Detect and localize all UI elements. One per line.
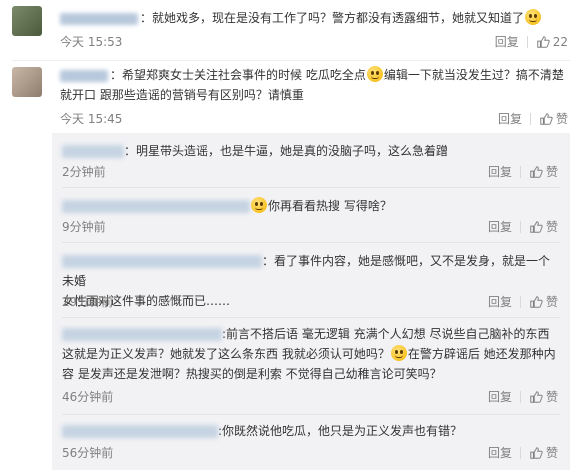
reply-meta: 9分钟前 回复 赞 [62,218,558,236]
reply-button[interactable]: 回复 [498,110,522,128]
reply-button[interactable]: 回复 [488,388,512,406]
like-button[interactable]: 赞 [539,110,568,128]
reply-button[interactable]: 回复 [495,33,519,51]
thinking-emoji-icon [251,197,267,213]
reply-time: 9分钟前 [62,220,106,234]
action-divider [519,166,521,178]
comment-text: ：希望郑爽女士关注社会事件的时候 吃瓜吃全点 编辑一下就当没发生过？搞不清楚 就开… [60,66,564,102]
username-blurred[interactable] [62,145,124,158]
like-label: 赞 [555,112,568,126]
comment-text: ：就她戏多，现在是没有工作了吗？警方都没有透露细节，她就又知道了 [60,8,566,28]
thumbs-up-icon [530,391,543,403]
reply-text: :前言不搭后语 毫无逻辑 充满个人幻想 尽说些自己脑补的东西 这就是为正义发声？… [62,327,556,381]
reply-time: 29分钟前 [62,295,114,309]
thumbs-up-icon [530,296,543,308]
comment-meta: 今天 15:53 回复 22 [60,33,568,51]
username-blurred[interactable] [62,328,222,341]
like-label: 赞 [545,165,558,179]
thumbs-up-icon [530,166,543,178]
like-button[interactable]: 赞 [529,163,558,181]
username-blurred[interactable] [60,12,138,25]
like-label: 赞 [545,295,558,309]
reply-button[interactable]: 回复 [488,218,512,236]
thumbs-up-icon [530,221,543,233]
reply-time: 46分钟前 [62,390,114,404]
avatar[interactable] [12,6,42,36]
action-divider [519,296,521,308]
comment-meta: 今天 15:45 回复 赞 [60,110,568,128]
reply-button[interactable]: 回复 [488,293,512,311]
comment-time: 今天 15:53 [60,35,123,49]
like-label: 赞 [545,446,558,460]
reply-text: ：明星带头造谣，也是牛逼，她是真的没脑子吗，这么急着蹭 [62,141,560,161]
action-divider [519,221,521,233]
reply-text: :你既然说他吃瓜，他只是为正义发声也有错？ [62,421,560,441]
smile-emoji-icon [525,9,542,25]
thumbs-up-icon [530,447,543,459]
like-button[interactable]: 赞 [529,444,558,462]
reply-meta: 29分钟前 回复 赞 [62,293,558,311]
like-button[interactable]: 赞 [529,388,558,406]
reply-time: 56分钟前 [62,446,114,460]
reply-text: 你再看看热搜 写得啥？ [62,196,560,216]
like-button[interactable]: 22 [536,33,568,51]
reply-time: 2分钟前 [62,165,106,179]
reply-item: ：看了事件内容，她是感慨吧，又不是发身，就是一个未婚 女性面对这件事的感慨而已…… [52,243,570,318]
like-button[interactable]: 赞 [529,293,558,311]
thumbs-up-icon [536,36,550,48]
username-blurred[interactable] [62,425,218,438]
reply-item: :前言不搭后语 毫无逻辑 充满个人幻想 尽说些自己脑补的东西 这就是为正义发声？… [52,318,570,415]
comment-item: ：希望郑爽女士关注社会事件的时候 吃瓜吃全点 编辑一下就当没发生过？搞不清楚 就开… [0,61,582,133]
reply-meta: 56分钟前 回复 赞 [62,444,558,462]
like-label: 赞 [545,390,558,404]
reply-item: :你既然说他吃瓜，他只是为正义发声也有错？ 56分钟前 回复 赞 [52,415,570,470]
comment-item: ：就她戏多，现在是没有工作了吗？警方都没有透露细节，她就又知道了 今天 15:5… [0,0,582,60]
action-divider [519,391,521,403]
reply-item: 你再看看热搜 写得啥？ 9分钟前 回复 赞 [52,188,570,243]
action-divider [526,36,528,48]
reply-meta: 46分钟前 回复 赞 [62,388,558,406]
like-label: 赞 [545,220,558,234]
username-blurred[interactable] [60,69,108,82]
thumbs-up-icon [540,113,553,125]
thinking-emoji-icon [390,345,407,361]
reply-item: ：明星带头造谣，也是牛逼，她是真的没脑子吗，这么急着蹭 2分钟前 回复 赞 [52,133,570,188]
reply-meta: 2分钟前 回复 赞 [62,163,558,181]
comment-time: 今天 15:45 [60,112,123,126]
like-count: 22 [552,35,568,49]
username-blurred[interactable] [62,200,250,213]
reply-button[interactable]: 回复 [488,163,512,181]
like-button[interactable]: 赞 [529,218,558,236]
reply-button[interactable]: 回复 [488,444,512,462]
grin-emoji-icon [366,66,383,82]
avatar[interactable] [12,67,42,97]
action-divider [529,113,531,125]
username-blurred[interactable] [62,255,262,268]
action-divider [519,447,521,459]
reply-panel: ：明星带头造谣，也是牛逼，她是真的没脑子吗，这么急着蹭 2分钟前 回复 赞 你再… [52,133,570,470]
